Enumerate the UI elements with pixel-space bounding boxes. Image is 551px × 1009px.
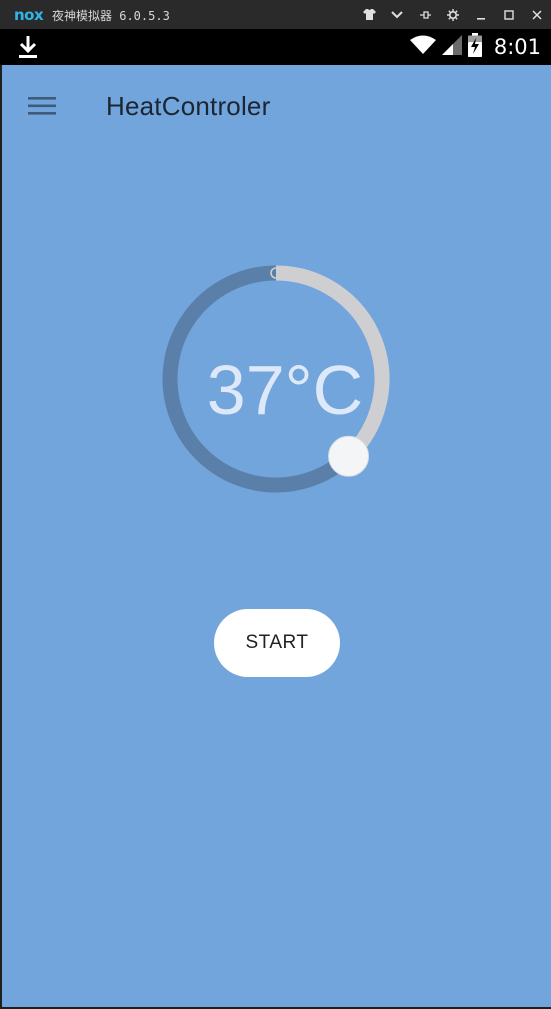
shirt-icon[interactable] (355, 0, 383, 29)
app-screen: HeatControler 37°C START (2, 65, 551, 1007)
minimize-icon[interactable] (467, 0, 495, 29)
status-icons: 8:01 (409, 29, 541, 65)
signal-icon (441, 34, 462, 60)
wifi-icon (409, 35, 436, 60)
temperature-readout: 37°C (206, 351, 364, 429)
status-clock: 8:01 (493, 35, 541, 59)
dial-knob[interactable] (328, 435, 370, 477)
emulator-title: 夜神模拟器 6.0.5.3 (52, 9, 170, 23)
gear-icon[interactable] (439, 0, 467, 29)
battery-charging-icon (467, 32, 482, 62)
emulator-logo: nox (14, 6, 44, 24)
maximize-icon[interactable] (495, 0, 523, 29)
start-button[interactable]: START (214, 609, 340, 677)
temperature-dial[interactable] (2, 65, 551, 1007)
android-status-bar: 8:01 (0, 29, 551, 65)
download-icon (17, 35, 39, 64)
emulator-title-bar: nox 夜神模拟器 6.0.5.3 (0, 0, 551, 29)
close-icon[interactable] (523, 0, 551, 29)
emulator-controls (355, 0, 551, 29)
chevron-down-icon[interactable] (383, 0, 411, 29)
pin-icon[interactable] (411, 0, 439, 29)
